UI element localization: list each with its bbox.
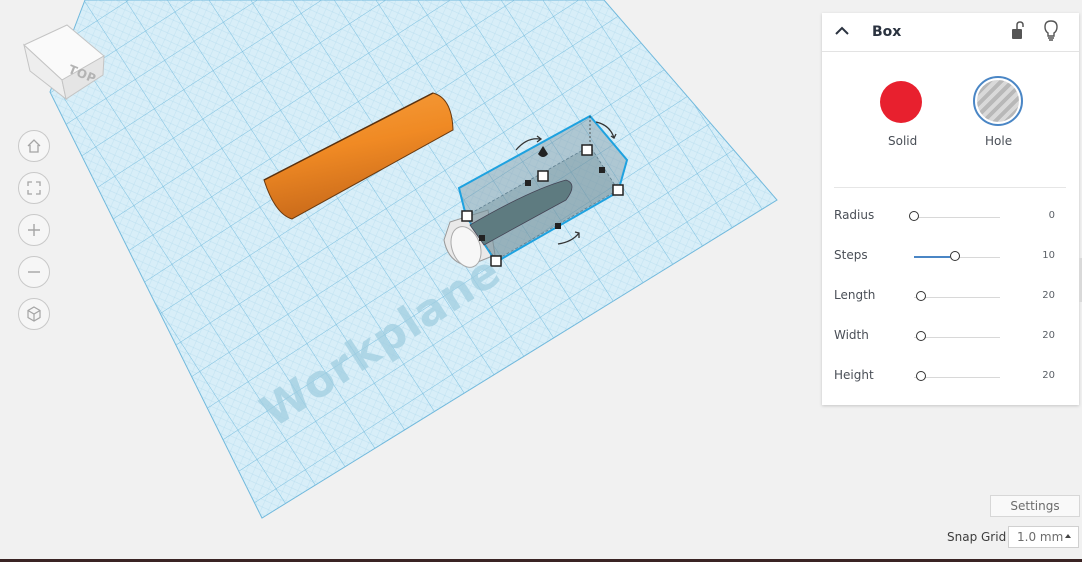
- view-cube[interactable]: TOP: [20, 22, 108, 104]
- home-view-button[interactable]: [18, 130, 50, 162]
- property-row-steps: Steps 10: [822, 248, 1079, 268]
- snap-grid-label: Snap Grid: [947, 530, 1007, 544]
- caret-up-icon: [1065, 534, 1071, 538]
- snap-grid-select[interactable]: 1.0 mm: [1008, 526, 1079, 548]
- inspector-header: Box: [822, 13, 1079, 52]
- snap-grid-value: 1.0 mm: [1017, 530, 1064, 544]
- chevron-up-icon[interactable]: [834, 25, 850, 37]
- slider-track[interactable]: [914, 377, 1000, 378]
- property-value[interactable]: 20: [1015, 330, 1055, 341]
- lock-open-icon[interactable]: [1009, 20, 1027, 42]
- zoom-out-button[interactable]: [18, 256, 50, 288]
- property-label: Width: [834, 328, 869, 342]
- hole-label[interactable]: Hole: [985, 134, 1012, 148]
- slider-track[interactable]: [914, 297, 1000, 298]
- settings-button[interactable]: Settings: [990, 495, 1080, 517]
- property-row-height: Height 20: [822, 368, 1079, 388]
- slider-knob[interactable]: [909, 211, 919, 221]
- property-label: Length: [834, 288, 876, 302]
- solid-label[interactable]: Solid: [888, 134, 917, 148]
- slider-knob[interactable]: [950, 251, 961, 261]
- slider-track[interactable]: [914, 337, 1000, 338]
- property-value[interactable]: 20: [1015, 290, 1055, 301]
- property-row-radius: Radius 0: [822, 208, 1079, 228]
- property-value[interactable]: 10: [1015, 250, 1055, 261]
- property-row-length: Length 20: [822, 288, 1079, 308]
- property-value[interactable]: 20: [1015, 370, 1055, 381]
- lightbulb-icon[interactable]: [1042, 19, 1060, 43]
- property-row-width: Width 20: [822, 328, 1079, 348]
- hole-swatch[interactable]: [977, 80, 1019, 122]
- property-value[interactable]: 0: [1015, 210, 1055, 221]
- inspector-title: Box: [872, 24, 902, 40]
- shape-inspector-panel: Box Solid Hole Radius 0 Steps 10 Length 20 Wid…: [822, 13, 1079, 405]
- property-label: Height: [834, 368, 874, 382]
- zoom-in-icon: [28, 224, 40, 236]
- slider-track[interactable]: [914, 217, 1000, 218]
- zoom-in-button[interactable]: [18, 214, 50, 246]
- property-label: Steps: [834, 248, 868, 262]
- slider-knob[interactable]: [915, 331, 926, 341]
- zoom-out-icon: [28, 271, 40, 273]
- slider-knob[interactable]: [915, 291, 926, 301]
- solid-color-swatch[interactable]: [880, 81, 922, 123]
- fit-view-icon: [27, 181, 41, 195]
- perspective-icon: [27, 306, 41, 322]
- home-icon: [27, 139, 41, 153]
- perspective-button[interactable]: [18, 298, 50, 330]
- slider-knob[interactable]: [915, 371, 926, 381]
- fit-view-button[interactable]: [18, 172, 50, 204]
- divider: [834, 187, 1066, 188]
- property-label: Radius: [834, 208, 875, 222]
- slider-fill: [914, 256, 951, 258]
